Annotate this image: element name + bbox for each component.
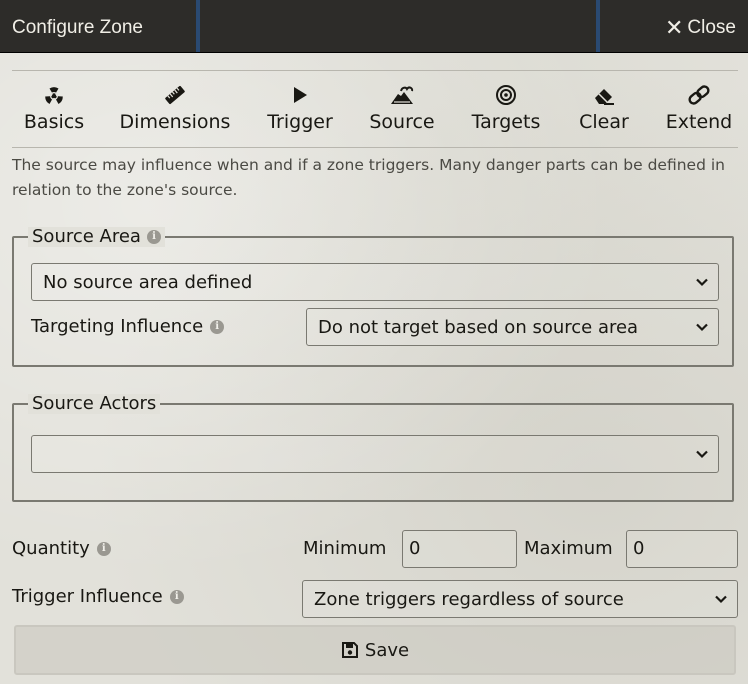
source-hint-text: The source may influence when and if a z… <box>12 156 725 199</box>
trigger-influence-select[interactable]: Zone triggers regardless of source <box>302 580 738 618</box>
source-area-legend: Source Area i <box>28 227 165 247</box>
label-text: Quantity <box>12 538 90 559</box>
minimum-input[interactable]: 0 <box>402 530 517 568</box>
info-icon: i <box>146 230 161 244</box>
chevron-down-icon <box>715 595 727 604</box>
chevron-down-icon <box>696 323 708 332</box>
tab-label: Basics <box>23 111 85 133</box>
divider <box>12 147 738 148</box>
tab-source[interactable]: Source <box>368 80 436 140</box>
label-text: Trigger Influence <box>12 586 163 607</box>
tab-label: Source <box>369 111 435 133</box>
targeting-influence-select[interactable]: Do not target based on source area <box>306 308 719 346</box>
tab-basics[interactable]: Basics <box>20 80 88 140</box>
configure-zone-window: Configure Zone ✕ Close Basics Dimensions… <box>0 0 748 684</box>
tab-trigger[interactable]: Trigger <box>264 80 336 140</box>
tab-label: Extend <box>665 111 733 133</box>
chevron-down-icon <box>696 450 708 459</box>
maximum-label: Maximum <box>524 538 613 559</box>
source-actors-select[interactable] <box>31 435 719 473</box>
tab-label: Clear <box>579 111 629 133</box>
tab-dimensions[interactable]: Dimensions <box>119 80 231 140</box>
play-icon <box>290 80 310 110</box>
select-value: No source area defined <box>43 271 253 293</box>
info-icon: i <box>169 590 184 604</box>
source-area-select[interactable]: No source area defined <box>31 263 719 301</box>
trigger-influence-label: Trigger Influence i <box>12 586 184 608</box>
tab-label: Targets <box>471 111 541 133</box>
chevron-down-icon <box>696 278 708 287</box>
source-area-fieldset <box>12 236 734 367</box>
volcano-icon <box>389 80 415 110</box>
select-value: Zone triggers regardless of source <box>314 588 624 610</box>
tab-label: Trigger <box>267 111 333 133</box>
minimum-label: Minimum <box>303 538 387 559</box>
save-button[interactable]: Save <box>14 625 736 675</box>
source-actors-legend: Source Actors <box>28 393 161 414</box>
window-header[interactable]: Configure Zone ✕ Close <box>0 0 748 53</box>
close-button[interactable]: ✕ Close <box>665 0 736 56</box>
legend-label: Source Actors <box>32 393 157 414</box>
save-icon <box>341 642 358 658</box>
legend-label: Source Area <box>32 226 141 247</box>
save-label: Save <box>364 639 410 661</box>
radiation-icon <box>43 80 65 110</box>
label-text: Targeting Influence <box>31 316 204 337</box>
link-icon <box>687 80 711 110</box>
tab-clear[interactable]: Clear <box>576 80 632 140</box>
quantity-label: Quantity i <box>12 538 111 560</box>
info-icon: i <box>96 542 111 556</box>
info-icon: i <box>210 320 225 334</box>
tab-extend[interactable]: Extend <box>664 80 734 140</box>
header-stripe <box>196 0 200 52</box>
eraser-icon <box>592 80 616 110</box>
targeting-influence-label: Targeting Influence i <box>31 316 225 338</box>
header-stripe <box>596 0 600 52</box>
bullseye-icon <box>495 80 517 110</box>
select-value: Do not target based on source area <box>318 316 639 338</box>
close-label: Close <box>687 17 736 38</box>
window-title: Configure Zone <box>12 17 143 38</box>
tab-label: Dimensions <box>119 111 231 133</box>
close-icon: ✕ <box>664 15 684 40</box>
ruler-icon <box>164 80 186 110</box>
maximum-input[interactable]: 0 <box>626 530 738 568</box>
divider <box>12 70 738 71</box>
tab-targets[interactable]: Targets <box>470 80 542 140</box>
